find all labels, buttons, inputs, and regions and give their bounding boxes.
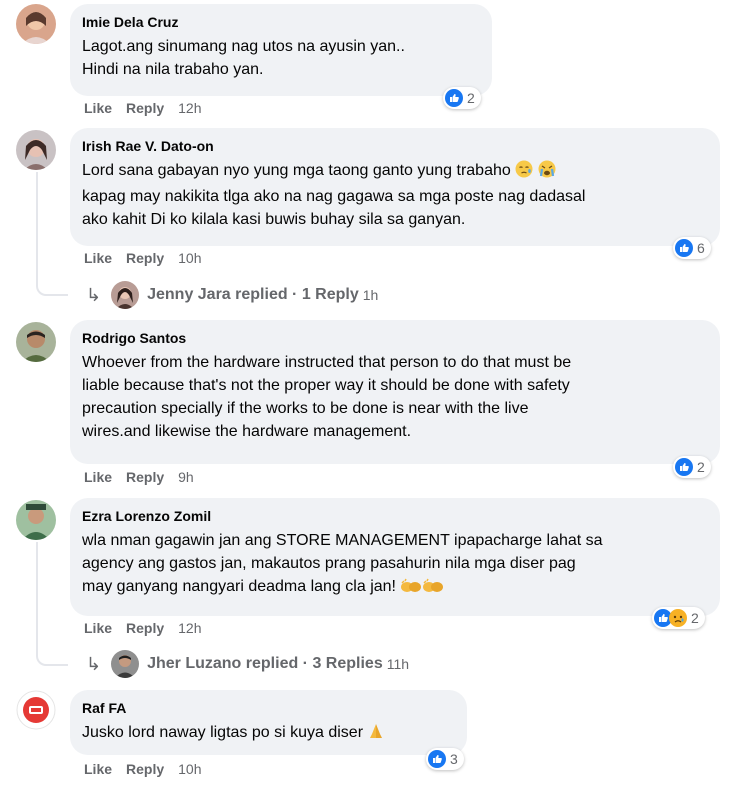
replies-summary: Jher Luzano replied · 3 Replies xyxy=(147,655,383,672)
like-icon xyxy=(428,750,446,768)
comment-actions: Like Reply 10h xyxy=(84,761,202,777)
comment-text-line: Whoever from the hardware instructed tha… xyxy=(82,354,572,371)
crying-face-emoji xyxy=(538,160,556,185)
comment-text-row: Jusko lord naway ligtas po si kuya diser xyxy=(82,721,455,747)
reply-button[interactable]: Reply xyxy=(126,469,164,485)
reaction-summary[interactable]: 2 xyxy=(443,87,481,109)
comment-text-row: may ganyang nangyari deadma lang cla jan… xyxy=(82,575,708,601)
reply-button[interactable]: Reply xyxy=(126,250,164,266)
comment-text-line: ako kahit Di ko kilala kasi buwis buhay … xyxy=(82,211,466,228)
comment-text-line: Lagot.ang sinumang nag utos na ayusin ya… xyxy=(82,38,405,55)
replies-summary: Jenny Jara replied · 1 Reply xyxy=(147,286,359,303)
like-button[interactable]: Like xyxy=(84,250,112,266)
thread-connector xyxy=(36,172,68,296)
avatar[interactable] xyxy=(16,690,56,730)
comment-timestamp[interactable]: 9h xyxy=(178,469,194,485)
sad-icon xyxy=(669,609,687,627)
comment-timestamp[interactable]: 12h xyxy=(178,100,201,116)
comment-text-line: precaution specially if the works to be … xyxy=(82,400,529,417)
sleepy-face-emoji xyxy=(515,160,533,185)
praying-hands-emoji xyxy=(367,722,385,747)
comment-author[interactable]: Rodrigo Santos xyxy=(82,329,708,347)
comment-timestamp[interactable]: 10h xyxy=(178,761,201,777)
avatar[interactable] xyxy=(16,4,56,44)
comment-timestamp[interactable]: 12h xyxy=(178,620,201,636)
like-icon xyxy=(675,458,693,476)
reply-button[interactable]: Reply xyxy=(126,100,164,116)
comment-text-line: agency ang gastos jan, makautos prang pa… xyxy=(82,555,576,572)
comment-actions: Like Reply 10h xyxy=(84,250,202,266)
comment-bubble: Irish Rae V. Dato-on Lord sana gabayan n… xyxy=(70,128,720,246)
view-replies-link[interactable]: ↳ Jenny Jara replied · 1 Reply 1h xyxy=(86,281,378,309)
reaction-count: 2 xyxy=(697,459,705,475)
comment-text-line: Jusko lord naway ligtas po si kuya diser xyxy=(82,724,364,741)
comment-bubble: Imie Dela Cruz Lagot.ang sinumang nag ut… xyxy=(70,4,492,96)
like-button[interactable]: Like xyxy=(84,469,112,485)
clapping-hands-emoji xyxy=(422,578,444,601)
reaction-count: 3 xyxy=(450,751,458,767)
view-replies-link[interactable]: ↳ Jher Luzano replied · 3 Replies 11h xyxy=(86,650,409,678)
comment-actions: Like Reply 12h xyxy=(84,100,202,116)
comment-text-line: Hindi na nila trabaho yan. xyxy=(82,61,264,78)
comment-author[interactable]: Imie Dela Cruz xyxy=(82,13,480,31)
comment-text-row: Lord sana gabayan nyo yung mga taong gan… xyxy=(82,159,708,185)
clapping-hands-emoji xyxy=(400,578,422,601)
avatar xyxy=(111,650,140,678)
reply-arrow-icon: ↳ xyxy=(86,653,102,674)
avatar[interactable] xyxy=(16,500,56,540)
comment-actions: Like Reply 12h xyxy=(84,620,202,636)
avatar xyxy=(111,281,140,309)
reaction-count: 6 xyxy=(697,240,705,256)
reaction-summary[interactable]: 6 xyxy=(673,237,711,259)
reaction-summary[interactable]: 3 xyxy=(426,748,464,770)
comment-bubble: Rodrigo Santos Whoever from the hardware… xyxy=(70,320,720,464)
avatar[interactable] xyxy=(16,322,56,362)
comment-text-line: wla nman gagawin jan ang STORE MANAGEMEN… xyxy=(82,532,603,549)
reaction-summary[interactable]: 2 xyxy=(652,607,705,629)
comment-text-line: wires.and likewise the hardware manageme… xyxy=(82,423,412,440)
thread-connector xyxy=(36,542,68,666)
like-button[interactable]: Like xyxy=(84,100,112,116)
comment-bubble: Raf FA Jusko lord naway ligtas po si kuy… xyxy=(70,690,467,755)
comment-bubble: Ezra Lorenzo Zomil wla nman gagawin jan … xyxy=(70,498,720,616)
replies-timestamp: 1h xyxy=(362,287,379,303)
replies-timestamp: 11h xyxy=(386,656,410,672)
like-icon xyxy=(445,89,463,107)
comment-author[interactable]: Raf FA xyxy=(82,699,455,717)
comment-text-line: liable because that's not the proper way… xyxy=(82,377,570,394)
comment-actions: Like Reply 9h xyxy=(84,469,194,485)
comment-author[interactable]: Irish Rae V. Dato-on xyxy=(82,137,708,155)
comment-author[interactable]: Ezra Lorenzo Zomil xyxy=(82,507,708,525)
reaction-count: 2 xyxy=(467,90,475,106)
comment-timestamp[interactable]: 10h xyxy=(178,250,201,266)
comment-text-line: may ganyang nangyari deadma lang cla jan… xyxy=(82,578,396,595)
reply-arrow-icon: ↳ xyxy=(86,284,102,305)
comment-text-line: kapag may nakikita tlga ako na nag gagaw… xyxy=(82,188,586,205)
like-icon xyxy=(675,239,693,257)
like-button[interactable]: Like xyxy=(84,620,112,636)
avatar[interactable] xyxy=(16,130,56,170)
comment-text-line: Lord sana gabayan nyo yung mga taong gan… xyxy=(82,162,511,179)
reaction-summary[interactable]: 2 xyxy=(673,456,711,478)
like-button[interactable]: Like xyxy=(84,761,112,777)
reaction-count: 2 xyxy=(691,610,699,626)
reply-button[interactable]: Reply xyxy=(126,761,164,777)
reply-button[interactable]: Reply xyxy=(126,620,164,636)
